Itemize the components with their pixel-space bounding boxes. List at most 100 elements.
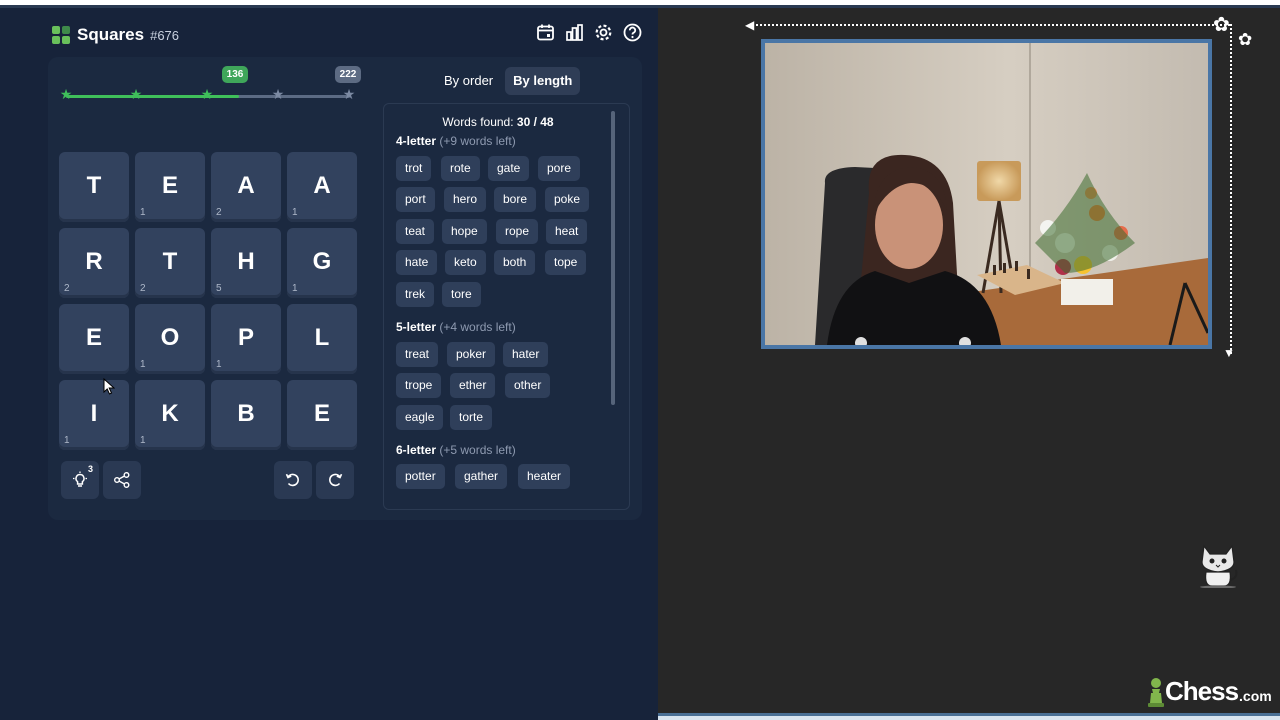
redo-icon [329, 473, 343, 487]
pawn-icon [1148, 677, 1164, 707]
score-progress: ★ ★ ★ ★ ★ 136 222 [60, 66, 361, 106]
word-chip[interactable]: hope [442, 219, 487, 244]
word-chip[interactable]: potter [396, 464, 445, 489]
word-chip[interactable]: tore [442, 282, 481, 307]
word-chip[interactable]: ether [450, 373, 496, 398]
progress-star-icon: ★ [271, 86, 285, 102]
progress-star-icon: ★ [200, 86, 214, 102]
letter-tile[interactable]: L [287, 304, 357, 374]
word-chip[interactable]: gather [455, 464, 508, 489]
letter-tile[interactable]: A2 [211, 152, 281, 222]
word-chip[interactable]: heater [518, 464, 571, 489]
webcam-frame-top [752, 24, 1230, 26]
word-chip[interactable]: torte [450, 405, 493, 430]
redo-button[interactable] [316, 461, 354, 499]
word-chip[interactable]: tope [545, 250, 587, 275]
header-toolbar [536, 23, 642, 42]
hint-count: 3 [87, 464, 93, 474]
webcam-frame-right [1230, 24, 1232, 354]
word-chip[interactable]: trot [396, 156, 432, 181]
letter-grid: T E1 A2 A1 R2 T2 H5 G1 E O1 P1 L I1 K1 B… [59, 152, 357, 450]
brand-domain: .com [1239, 687, 1272, 704]
word-chip[interactable]: rope [496, 219, 539, 244]
help-icon[interactable] [623, 23, 642, 42]
word-chip[interactable]: keto [445, 250, 486, 275]
word-chip[interactable]: teat [396, 219, 435, 244]
word-chip[interactable]: trope [396, 373, 442, 398]
sort-by-order-tab[interactable]: By order [436, 67, 501, 95]
word-chip[interactable]: bore [494, 187, 537, 212]
tile-letter: E [85, 323, 102, 351]
calendar-icon[interactable] [536, 23, 555, 42]
sort-by-length-tab[interactable]: By length [505, 67, 581, 95]
word-chip[interactable]: port [396, 187, 435, 212]
sort-tabs: By order By length [436, 67, 581, 95]
word-chip[interactable]: eagle [396, 405, 444, 430]
app-header: Squares #676 [52, 20, 642, 50]
tile-count: 1 [64, 435, 70, 446]
letter-tile[interactable]: H5 [211, 228, 281, 298]
letter-tile[interactable]: K1 [135, 380, 205, 450]
board-tools: 3 [59, 461, 356, 499]
letter-tile[interactable]: T [59, 152, 129, 222]
tile-count: 1 [216, 359, 222, 370]
word-chip[interactable]: both [494, 250, 536, 275]
undo-icon [285, 473, 299, 487]
share-button[interactable] [103, 461, 141, 499]
letter-tile[interactable]: P1 [211, 304, 281, 374]
word-chip[interactable]: poke [545, 187, 590, 212]
hint-button[interactable]: 3 [61, 461, 99, 499]
words-found-value: 30 / 48 [516, 115, 554, 129]
word-chip[interactable]: hater [503, 342, 549, 367]
puzzle-number: #676 [150, 27, 180, 43]
squares-logo-icon [52, 26, 70, 44]
flower-icon: ✿ [1238, 30, 1253, 49]
undo-button[interactable] [274, 461, 312, 499]
letter-tile[interactable]: E [287, 380, 357, 450]
word-chip[interactable]: rote [441, 156, 480, 181]
word-chip[interactable]: hero [444, 187, 487, 212]
stats-icon[interactable] [565, 23, 584, 42]
cat-sticker-icon [1200, 544, 1238, 588]
words-found-label: Words found: [442, 115, 517, 129]
share-icon [114, 472, 130, 488]
letter-tile[interactable]: I1 [59, 380, 129, 450]
tile-count: 5 [216, 283, 222, 294]
settings-icon[interactable] [594, 23, 613, 42]
section-title: 6-letter [396, 443, 437, 457]
word-chip[interactable]: gate [488, 156, 530, 181]
tile-count: 2 [140, 283, 146, 294]
arrow-down-icon: ▼ [1223, 346, 1235, 360]
tile-count: 1 [140, 359, 146, 370]
app-title: Squares [77, 25, 145, 44]
words-scrollbar[interactable] [611, 111, 615, 405]
word-chip[interactable]: other [505, 373, 551, 398]
word-chip[interactable]: hate [396, 250, 438, 275]
arrow-left-icon: ◀ [745, 18, 755, 32]
letter-tile[interactable]: E1 [135, 152, 205, 222]
tile-letter: T [86, 171, 102, 199]
word-chip[interactable]: poker [447, 342, 496, 367]
progress-star-icon: ★ [129, 86, 143, 102]
letter-tile[interactable]: E [59, 304, 129, 374]
section-title-4-letter: 4-letter (+9 words left) [396, 134, 516, 148]
brand-name: Chess [1165, 676, 1239, 706]
bottom-rule [658, 713, 1280, 720]
current-score-badge: 136 [222, 66, 248, 83]
tile-letter: B [237, 399, 255, 427]
tile-count: 1 [140, 207, 146, 218]
section-title-6-letter: 6-letter (+5 words left) [396, 443, 516, 457]
letter-tile[interactable]: R2 [59, 228, 129, 298]
section-title: 5-letter [396, 320, 437, 334]
word-chip[interactable]: heat [546, 219, 588, 244]
letter-tile[interactable]: O1 [135, 304, 205, 374]
letter-tile[interactable]: A1 [287, 152, 357, 222]
word-chip[interactable]: trek [396, 282, 435, 307]
word-chip[interactable]: treat [396, 342, 439, 367]
letter-tile[interactable]: B [211, 380, 281, 450]
tile-count: 1 [292, 207, 298, 218]
word-chip[interactable]: pore [538, 156, 581, 181]
section-words-left: (+4 words left) [439, 320, 516, 334]
letter-tile[interactable]: T2 [135, 228, 205, 298]
letter-tile[interactable]: G1 [287, 228, 357, 298]
